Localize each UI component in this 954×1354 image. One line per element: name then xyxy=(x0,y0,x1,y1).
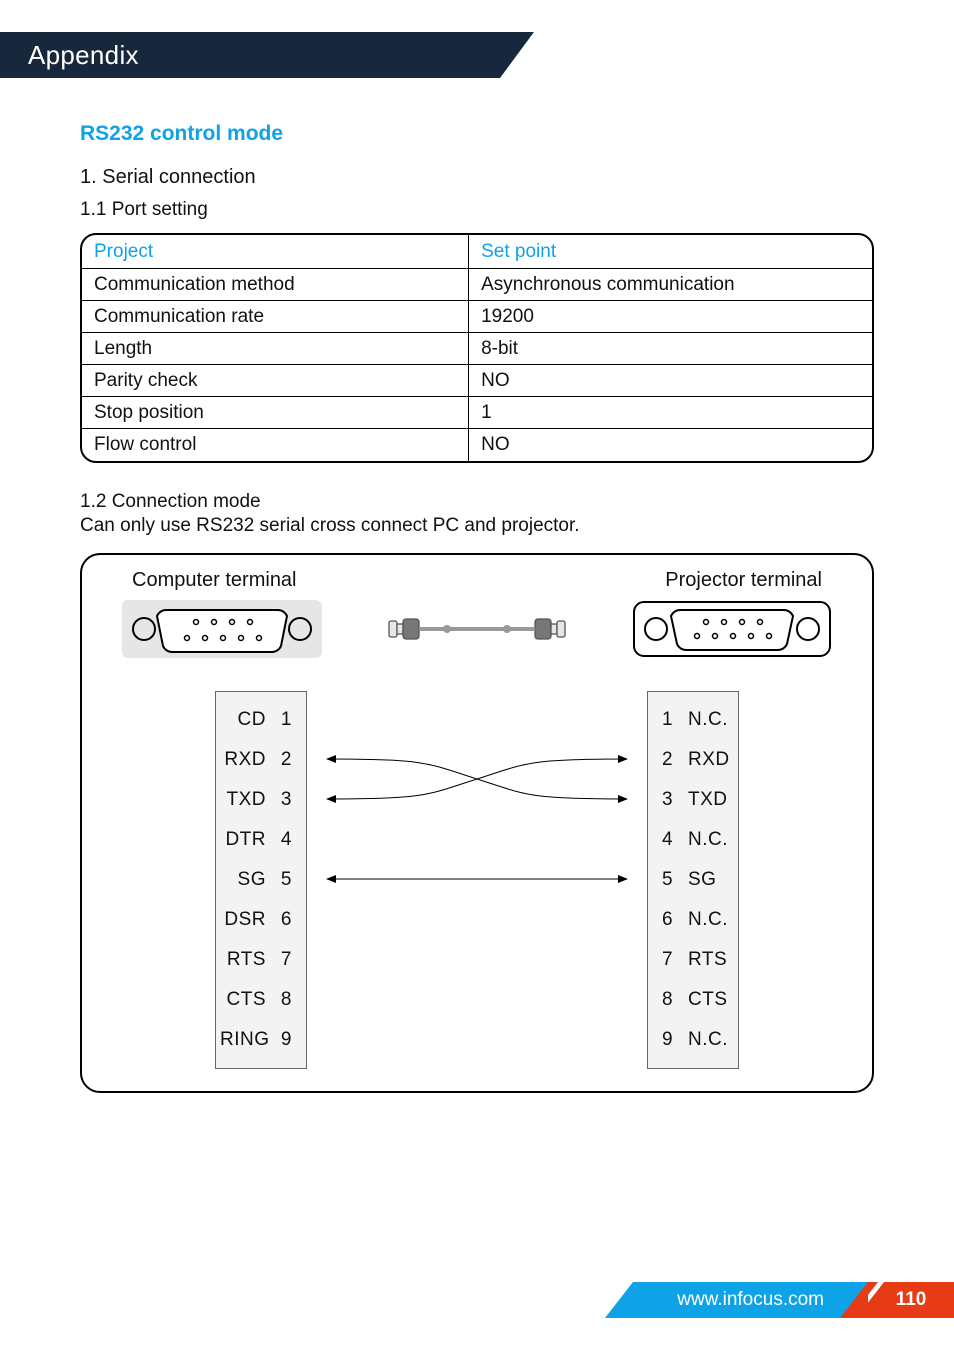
connection-diagram: Computer terminal Projector terminal xyxy=(80,553,874,1093)
projector-pin-list: 1N.C. 2RXD 3TXD 4N.C. 5SG 6N.C. 7RTS 8CT… xyxy=(647,691,739,1069)
pin-row: CTS8 xyxy=(220,980,302,1020)
pin-row: RING9 xyxy=(220,1020,302,1060)
pin-row: RTS7 xyxy=(220,940,302,980)
port-setting-table: Project Set point Communication methodAs… xyxy=(80,233,874,463)
table-row: Stop position1 xyxy=(82,397,872,429)
pin-row: 3TXD xyxy=(652,780,734,820)
pin-row: RXD2 xyxy=(220,740,302,780)
section-title: RS232 control mode xyxy=(80,122,874,146)
footer-url: www.infocus.com xyxy=(633,1282,868,1318)
computer-terminal-label: Computer terminal xyxy=(132,569,297,592)
pin-row: DTR4 xyxy=(220,820,302,860)
db9-female-icon xyxy=(122,600,322,663)
appendix-header: Appendix xyxy=(0,32,500,78)
table-row: Communication rate19200 xyxy=(82,301,872,333)
th-project: Project xyxy=(82,235,469,269)
serial-cable-icon xyxy=(387,609,567,654)
pin-row: 6N.C. xyxy=(652,900,734,940)
port-setting-heading: 1.1 Port setting xyxy=(80,199,874,221)
page-footer: www.infocus.com 110 xyxy=(633,1282,954,1318)
conn-mode-text: Can only use RS232 serial cross connect … xyxy=(80,515,874,537)
pin-row: SG5 xyxy=(220,860,302,900)
pin-row: CD1 xyxy=(220,700,302,740)
page-number: 110 xyxy=(868,1282,954,1318)
pin-row: 4N.C. xyxy=(652,820,734,860)
pinout-diagram: CD1 RXD2 TXD3 DTR4 SG5 DSR6 RTS7 CTS8 RI… xyxy=(112,691,842,1069)
pin-row: DSR6 xyxy=(220,900,302,940)
pin-row: 8CTS xyxy=(652,980,734,1020)
pin-row: 9N.C. xyxy=(652,1020,734,1060)
table-row: Length8-bit xyxy=(82,333,872,365)
db9-male-icon xyxy=(632,600,832,663)
pin-row: 7RTS xyxy=(652,940,734,980)
conn-mode-heading: 1.2 Connection mode xyxy=(80,491,874,513)
cross-connection-arrows-icon xyxy=(307,691,647,1071)
pin-row: TXD3 xyxy=(220,780,302,820)
page-content: RS232 control mode 1. Serial connection … xyxy=(80,122,874,1093)
serial-heading: 1. Serial connection xyxy=(80,166,874,189)
th-setpoint: Set point xyxy=(469,235,872,269)
projector-terminal-label: Projector terminal xyxy=(665,569,822,592)
pin-row: 5SG xyxy=(652,860,734,900)
pin-row: 1N.C. xyxy=(652,700,734,740)
table-row: Parity checkNO xyxy=(82,365,872,397)
computer-pin-list: CD1 RXD2 TXD3 DTR4 SG5 DSR6 RTS7 CTS8 RI… xyxy=(215,691,307,1069)
table-row: Flow controlNO xyxy=(82,429,872,461)
table-row: Communication methodAsynchronous communi… xyxy=(82,269,872,301)
pin-row: 2RXD xyxy=(652,740,734,780)
